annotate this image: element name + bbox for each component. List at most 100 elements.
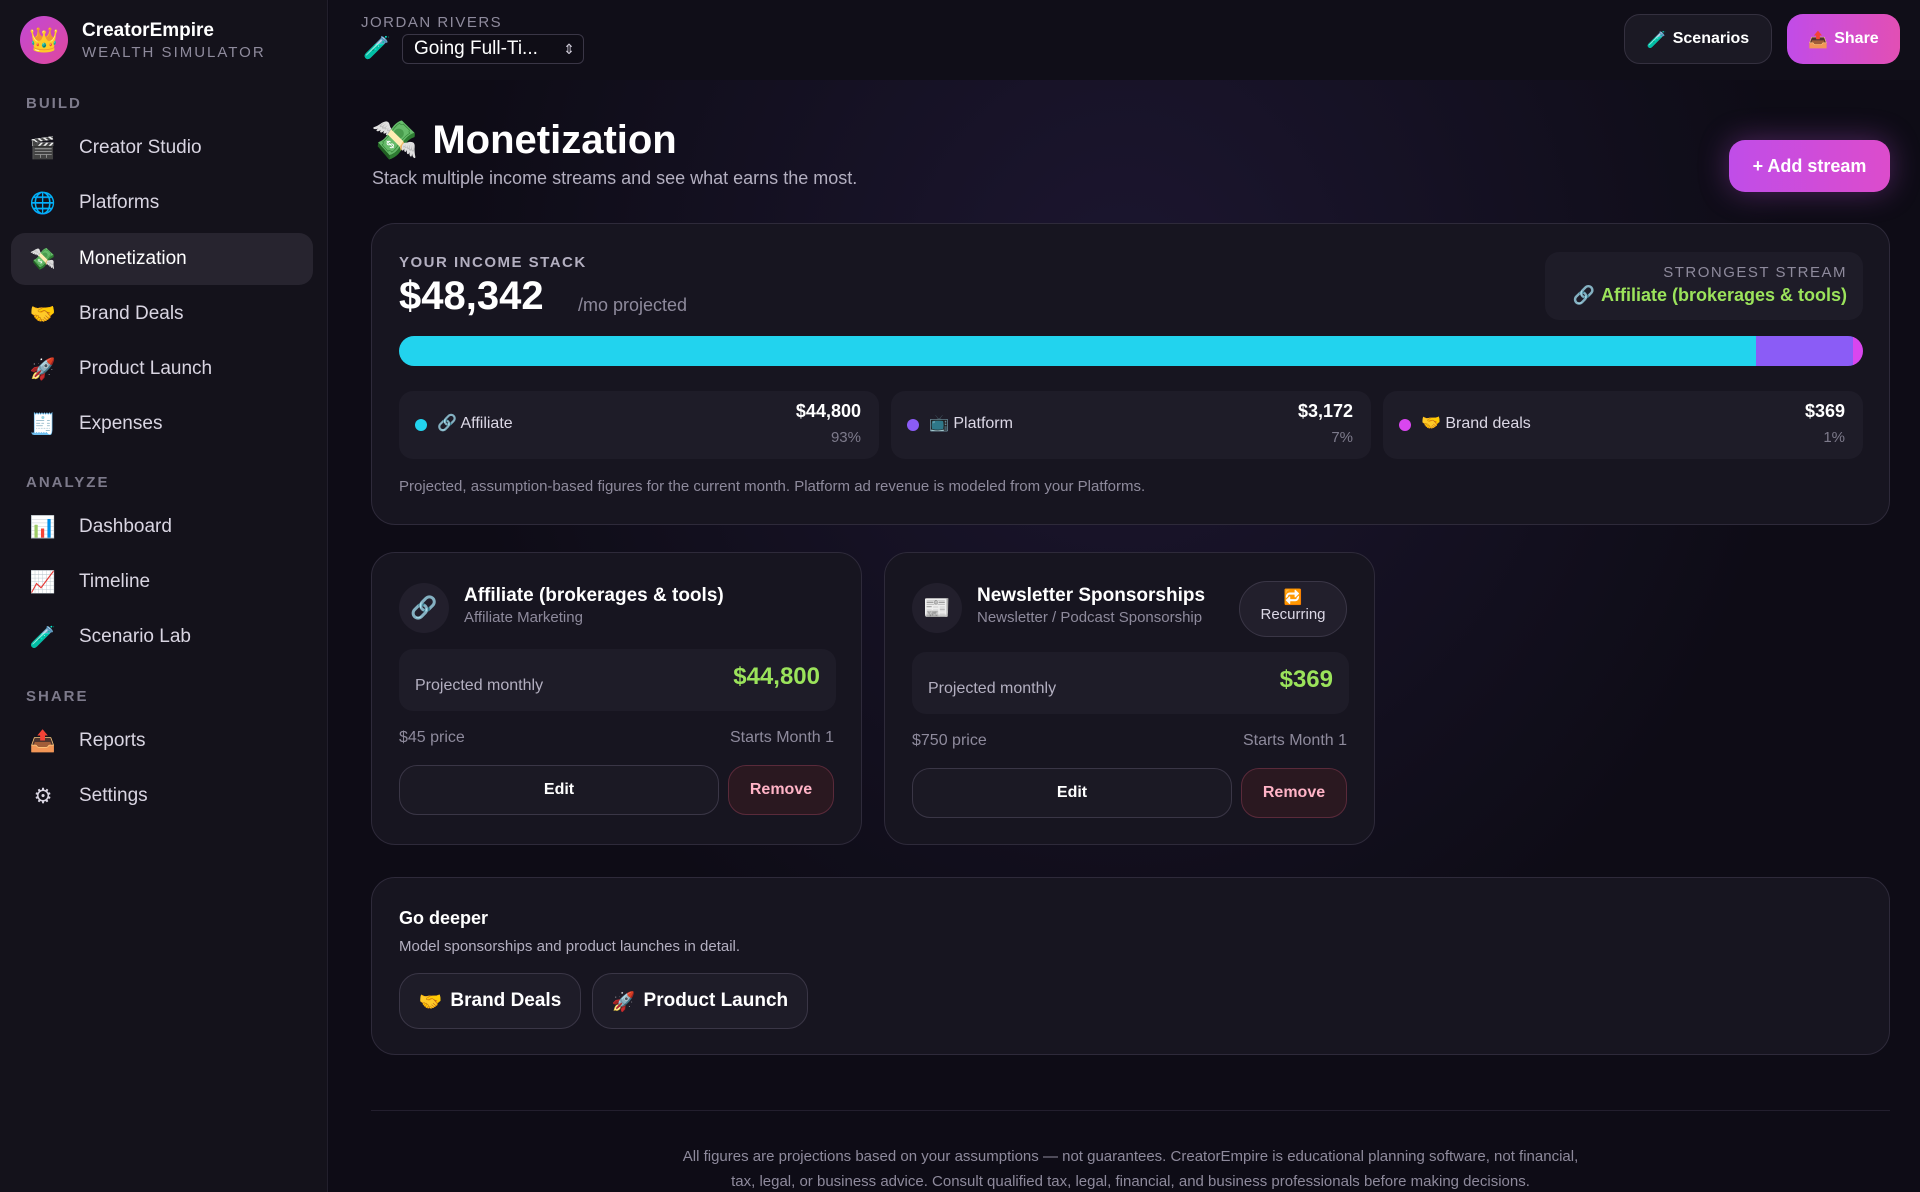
edit-button[interactable]: Edit <box>399 765 719 815</box>
handshake-icon: 🤝 <box>29 301 57 326</box>
sidebar-item-timeline[interactable]: 📈 Timeline <box>11 556 313 608</box>
strongest-stream: STRONGEST STREAM 🔗 Affiliate (brokerages … <box>1545 252 1863 320</box>
test-tube-icon: 🧪 <box>363 36 391 61</box>
share-button[interactable]: 📤 Share <box>1787 14 1900 64</box>
main-content: 💸 Monetization Stack multiple income str… <box>329 80 1920 1192</box>
legend-dot <box>907 419 919 431</box>
badge-label: Recurring <box>1260 606 1326 623</box>
projected-monthly-box: Projected monthly $44,800 <box>399 649 836 711</box>
repeat-icon: 🔁 <box>1283 588 1303 606</box>
link-icon: 🔗 <box>437 413 457 432</box>
brand-deals-button[interactable]: 🤝 Brand Deals <box>399 973 581 1029</box>
sidebar: 👑 CreatorEmpire WEALTH SIMULATOR BUILD 🎬… <box>0 0 328 1192</box>
stream-start: Starts Month 1 <box>729 729 834 746</box>
outbox-tray-icon: 📤 <box>29 728 57 753</box>
money-wings-icon: 💸 <box>371 118 419 162</box>
receipt-icon: 🧾 <box>29 411 57 436</box>
stream-category: Affiliate Marketing <box>464 609 583 626</box>
page-title: 💸 Monetization <box>371 118 677 163</box>
stream-title: Newsletter Sponsorships <box>977 585 1206 606</box>
sidebar-item-label: Expenses <box>79 413 163 434</box>
sidebar-item-dashboard[interactable]: 📊 Dashboard <box>11 501 313 553</box>
sidebar-item-label: Platforms <box>79 192 160 213</box>
legend-amount: $44,800 <box>795 401 861 421</box>
user-name: JORDAN RIVERS <box>361 14 503 31</box>
strongest-stream-value: 🔗 Affiliate (brokerages & tools) <box>1545 285 1847 306</box>
nav-section-build: BUILD <box>26 95 82 112</box>
projected-value: $369 <box>1279 666 1333 693</box>
scenarios-button[interactable]: 🧪 Scenarios <box>1624 14 1772 64</box>
projected-value: $44,800 <box>733 663 820 690</box>
page-subtitle: Stack multiple income streams and see wh… <box>372 168 858 188</box>
legend-item-affiliate: 🔗 Affiliate $44,800 93% <box>399 391 879 459</box>
nav-section-analyze: ANALYZE <box>26 474 110 491</box>
button-label: Brand Deals <box>450 990 562 1011</box>
bar-segment-brand-deals <box>1852 336 1863 366</box>
sidebar-item-scenario-lab[interactable]: 🧪 Scenario Lab <box>11 611 313 663</box>
income-stack-note: Projected, assumption-based figures for … <box>399 478 1146 495</box>
sidebar-item-product-launch[interactable]: 🚀 Product Launch <box>11 343 313 395</box>
income-stack-bar <box>399 336 1863 366</box>
sidebar-item-creator-studio[interactable]: 🎬 Creator Studio <box>11 122 313 174</box>
sidebar-item-label: Brand Deals <box>79 303 184 324</box>
edit-button[interactable]: Edit <box>912 768 1232 818</box>
sidebar-item-brand-deals[interactable]: 🤝 Brand Deals <box>11 288 313 340</box>
income-stack-label: YOUR INCOME STACK <box>399 254 587 271</box>
go-deeper-title: Go deeper <box>399 908 489 928</box>
legend-label: 📺 Platform <box>929 413 1013 432</box>
add-stream-button[interactable]: + Add stream <box>1729 140 1890 192</box>
page-title-text: Monetization <box>432 118 677 162</box>
legend-amount: $3,172 <box>1297 401 1353 421</box>
go-deeper-card: Go deeper Model sponsorships and product… <box>371 877 1890 1055</box>
stream-category: Newsletter / Podcast Sponsorship <box>977 609 1203 626</box>
income-stack-unit: /mo projected <box>578 295 688 315</box>
sidebar-item-settings[interactable]: ⚙ Settings <box>11 770 313 822</box>
nav-section-share: SHARE <box>26 688 89 705</box>
stream-card: 🔗 Affiliate (brokerages & tools) Affilia… <box>371 552 862 845</box>
projected-label: Projected monthly <box>928 680 1057 697</box>
strongest-stream-name: Affiliate (brokerages & tools) <box>1600 285 1847 305</box>
topbar: JORDAN RIVERS 🧪 Going Full-Ti... ⇕ 🧪 Sce… <box>329 0 1920 80</box>
remove-button[interactable]: Remove <box>728 765 834 815</box>
stream-title: Affiliate (brokerages & tools) <box>464 585 724 606</box>
sidebar-item-platforms[interactable]: 🌐 Platforms <box>11 177 313 229</box>
sidebar-item-label: Reports <box>79 730 146 751</box>
test-tube-icon: 🧪 <box>1646 29 1667 49</box>
scenario-select[interactable]: Going Full-Ti... ⇕ <box>402 34 584 64</box>
income-stack-card: YOUR INCOME STACK $48,342 /mo projected … <box>371 223 1890 525</box>
brand-subtitle: WEALTH SIMULATOR <box>82 43 266 61</box>
brand[interactable]: 👑 CreatorEmpire WEALTH SIMULATOR <box>20 16 266 64</box>
remove-button[interactable]: Remove <box>1241 768 1347 818</box>
sidebar-item-monetization[interactable]: 💸 Monetization <box>11 233 313 285</box>
legend-percent: 93% <box>830 429 861 446</box>
projected-label: Projected monthly <box>415 677 544 694</box>
money-wings-icon: 💸 <box>29 246 57 271</box>
income-stack-total: $48,342 <box>399 274 544 318</box>
sidebar-item-label: Monetization <box>79 248 187 269</box>
crown-icon: 👑 <box>20 16 68 64</box>
legend-item-brand-deals: 🤝 Brand deals $369 1% <box>1383 391 1863 459</box>
sidebar-item-label: Dashboard <box>79 516 172 537</box>
legend-amount: $369 <box>1804 401 1845 421</box>
tv-icon: 📺 <box>929 413 949 432</box>
projected-monthly-box: Projected monthly $369 <box>912 652 1349 714</box>
scenarios-button-label: Scenarios <box>1672 30 1750 47</box>
bar-segment-platform <box>1756 336 1853 366</box>
go-deeper-subtitle: Model sponsorships and product launches … <box>399 938 741 955</box>
product-launch-button[interactable]: 🚀 Product Launch <box>592 973 808 1029</box>
sidebar-item-reports[interactable]: 📤 Reports <box>11 715 313 767</box>
share-button-label: Share <box>1834 30 1879 47</box>
disclaimer-line: All figures are projections based on you… <box>682 1148 1579 1165</box>
legend-dot <box>1399 419 1411 431</box>
legend-dot <box>415 419 427 431</box>
newspaper-icon: 📰 <box>912 583 962 633</box>
legend-percent: 7% <box>1331 429 1353 446</box>
trend-chart-icon: 📈 <box>29 569 57 594</box>
bar-segment-affiliate <box>399 336 1757 366</box>
sidebar-item-expenses[interactable]: 🧾 Expenses <box>11 398 313 450</box>
gear-icon: ⚙ <box>33 784 53 808</box>
legend-label: 🤝 Brand deals <box>1421 413 1531 432</box>
bar-chart-icon: 📊 <box>29 514 57 539</box>
disclaimer-line: tax, legal, or business advice. Consult … <box>731 1173 1530 1190</box>
handshake-icon: 🤝 <box>1421 413 1441 432</box>
